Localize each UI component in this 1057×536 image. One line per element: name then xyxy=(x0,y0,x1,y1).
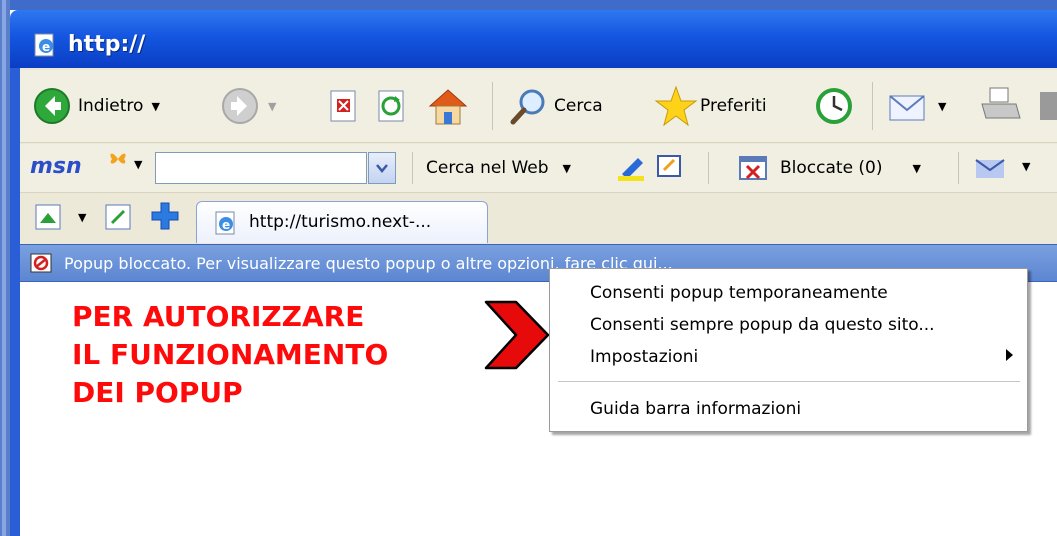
tab-list-icon[interactable] xyxy=(104,203,134,233)
forward-dropdown-arrow-icon[interactable]: ▼ xyxy=(268,100,276,113)
desktop-left-edge xyxy=(0,0,10,536)
menu-item-infobar-help[interactable]: Guida barra informazioni xyxy=(590,399,801,419)
annotation-text: PER AUTORIZZARE IL FUNZIONAMENTO DEI POP… xyxy=(72,298,388,412)
msn-dropdown-arrow-icon[interactable]: ▼ xyxy=(134,158,142,171)
home-icon xyxy=(428,89,468,125)
forward-button[interactable]: ▼ xyxy=(220,70,276,142)
menu-separator xyxy=(558,381,1020,382)
chevron-down-icon xyxy=(376,164,388,173)
msn-butterfly-icon xyxy=(110,153,126,164)
window-frame-left xyxy=(10,68,20,536)
popup-blocked-icon xyxy=(30,253,52,273)
ie-page-icon: e xyxy=(215,211,235,235)
forward-icon xyxy=(222,88,258,124)
quick-tabs-dropdown-arrow-icon[interactable]: ▼ xyxy=(78,211,86,224)
toolbar-separator xyxy=(958,152,959,184)
toolbar-separator xyxy=(872,82,873,130)
web-search-dropdown-arrow-icon[interactable]: ▼ xyxy=(563,162,571,175)
messenger-mail-icon[interactable] xyxy=(974,156,1008,180)
toolbar-separator xyxy=(492,82,493,130)
back-icon xyxy=(34,88,70,124)
popup-blocked-icon xyxy=(739,156,767,180)
history-icon xyxy=(816,88,852,124)
edit-button[interactable] xyxy=(1038,70,1057,142)
popup-blocker-dropdown-arrow-icon[interactable]: ▼ xyxy=(913,162,921,175)
history-button[interactable] xyxy=(814,70,854,142)
popup-context-menu: Consenti popup temporaneamente Consenti … xyxy=(549,268,1028,432)
back-button[interactable]: Indietro ▼ xyxy=(32,70,160,142)
window-titlebar[interactable]: e http:// xyxy=(10,10,1057,68)
toolbar-separator xyxy=(708,152,709,184)
msn-logo[interactable]: msn xyxy=(30,154,82,179)
toolbar-separator xyxy=(412,152,413,184)
svg-text:e: e xyxy=(222,218,230,232)
standard-toolbar: Indietro ▼ ▼ Cerca Preferiti ▼ xyxy=(20,70,1057,143)
note-icon[interactable] xyxy=(656,154,684,180)
favorites-label: Preferiti xyxy=(700,96,767,116)
mail-dropdown-arrow-icon[interactable]: ▼ xyxy=(938,100,946,113)
print-icon xyxy=(981,87,1021,119)
favorites-icon xyxy=(654,85,698,127)
msn-toolbar: msn ▼ Cerca nel Web ▼ Bloccate (0) ▼ ▼ xyxy=(20,144,1057,193)
web-search-button[interactable]: Cerca nel Web ▼ xyxy=(426,144,571,192)
annotation-line: PER AUTORIZZARE xyxy=(72,300,365,333)
print-button[interactable] xyxy=(978,70,1022,142)
web-search-label: Cerca nel Web xyxy=(426,158,549,178)
popup-blocker-button[interactable]: Bloccate (0) ▼ xyxy=(738,144,921,192)
mail-icon xyxy=(889,95,925,121)
menu-item-allow-always[interactable]: Consenti sempre popup da questo sito... xyxy=(590,315,935,335)
highlight-icon[interactable] xyxy=(616,154,648,182)
menu-item-settings[interactable]: Impostazioni xyxy=(590,347,698,367)
msn-search-history-button[interactable] xyxy=(368,152,396,184)
back-label: Indietro xyxy=(78,96,144,116)
popup-blocked-label: Bloccate (0) xyxy=(780,158,883,178)
quick-tabs-icon[interactable] xyxy=(34,203,64,233)
edit-icon xyxy=(1040,92,1057,120)
back-dropdown-arrow-icon[interactable]: ▼ xyxy=(151,100,159,113)
tab-label: http://turismo.next-... xyxy=(249,212,432,232)
stop-icon xyxy=(330,90,356,122)
stop-button[interactable] xyxy=(328,70,360,142)
submenu-arrow-icon xyxy=(1006,349,1013,361)
refresh-button[interactable] xyxy=(376,70,408,142)
screen-top-strip xyxy=(0,0,1057,10)
messenger-dropdown-arrow-icon[interactable]: ▼ xyxy=(1022,160,1030,173)
annotation-line: DEI POPUP xyxy=(72,376,243,409)
mail-button[interactable]: ▼ xyxy=(886,70,946,142)
red-arrow-icon xyxy=(484,300,550,370)
menu-item-allow-temporarily[interactable]: Consenti popup temporaneamente xyxy=(590,283,888,303)
search-icon xyxy=(510,89,545,125)
search-label: Cerca xyxy=(554,96,603,116)
annotation-line: IL FUNZIONAMENTO xyxy=(72,338,389,371)
tab-current[interactable]: e http://turismo.next-... xyxy=(196,201,488,243)
favorites-button[interactable]: Preferiti xyxy=(654,70,767,142)
tab-bar: ▼ e http://turismo.next-... xyxy=(20,193,1057,243)
home-button[interactable] xyxy=(426,70,470,142)
ie-page-icon: e xyxy=(34,33,54,57)
search-button[interactable]: Cerca xyxy=(508,70,603,142)
new-tab-plus-icon[interactable] xyxy=(150,201,180,231)
msn-search-input[interactable] xyxy=(155,152,367,184)
refresh-icon xyxy=(378,90,404,122)
window-title: http:// xyxy=(68,32,146,57)
svg-text:e: e xyxy=(42,40,50,54)
